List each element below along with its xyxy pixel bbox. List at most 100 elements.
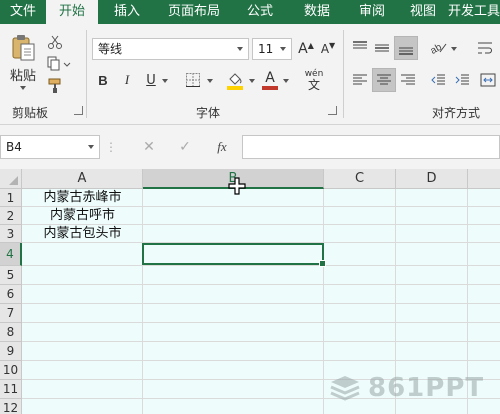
caret-down-icon: ▼ — [329, 40, 336, 50]
format-painter-icon[interactable] — [44, 76, 66, 96]
ribbon: 粘贴 剪贴板 等线 11 A ▲ A ▼ B I U A wén 文 字体 ab… — [0, 24, 500, 125]
ribbon-tab-bar: 文件 开始 插入 页面布局 公式 数据 审阅 视图 开发工具 — [0, 0, 500, 24]
pinyin-label: wén — [304, 68, 324, 79]
shrink-font-button[interactable]: A ▼ — [318, 38, 338, 60]
ribbon-separator — [86, 30, 87, 118]
cell-a3[interactable]: 内蒙古包头市 — [22, 225, 143, 243]
align-left-icon[interactable] — [350, 70, 370, 90]
tab-data[interactable]: 数据 — [288, 0, 346, 24]
row-header-9[interactable]: 9 — [0, 342, 22, 361]
gridline — [22, 360, 500, 361]
fill-color-dropdown-arrow[interactable] — [249, 79, 255, 83]
caret-up-icon: ▲ — [307, 40, 314, 50]
chevron-down-icon — [237, 47, 243, 51]
align-center-icon[interactable] — [372, 68, 396, 92]
font-name-select[interactable]: 等线 — [92, 38, 249, 60]
name-box[interactable]: B4 — [0, 135, 100, 159]
row-header-6[interactable]: 6 — [0, 285, 22, 304]
gridline — [22, 303, 500, 304]
paste-icon[interactable] — [6, 32, 42, 64]
ribbon-separator — [343, 30, 344, 118]
font-color-dropdown-arrow[interactable] — [283, 79, 289, 83]
row-header-5[interactable]: 5 — [0, 266, 22, 285]
row-header-7[interactable]: 7 — [0, 304, 22, 323]
clipboard-group-label: 剪贴板 — [12, 106, 49, 120]
column-header-a[interactable]: A — [22, 169, 143, 189]
underline-dropdown-arrow[interactable] — [162, 79, 168, 83]
active-cell-b4[interactable] — [142, 243, 326, 267]
borders-dropdown-arrow[interactable] — [207, 79, 213, 83]
row-header-3[interactable]: 3 — [0, 225, 22, 243]
shrink-font-glyph: A — [320, 42, 330, 56]
grow-font-button[interactable]: A ▲ — [296, 38, 316, 60]
font-color-glyph: A — [265, 69, 275, 86]
tab-view[interactable]: 视图 — [398, 0, 448, 24]
row-header-8[interactable]: 8 — [0, 323, 22, 342]
font-launcher-icon[interactable] — [328, 106, 337, 115]
tab-review[interactable]: 审阅 — [346, 0, 398, 24]
gridline — [22, 284, 500, 285]
wrap-text-icon[interactable] — [474, 38, 496, 58]
tab-page-layout[interactable]: 页面布局 — [156, 0, 232, 24]
font-color-swatch — [262, 85, 278, 90]
row-header-4[interactable]: 4 — [0, 243, 22, 266]
gridline — [22, 322, 500, 323]
chevron-down-icon — [280, 47, 286, 51]
orientation-dropdown-arrow[interactable] — [451, 47, 457, 51]
tab-insert[interactable]: 插入 — [98, 0, 156, 24]
paste-dropdown-arrow[interactable] — [20, 86, 26, 90]
watermark-logo-icon — [330, 376, 360, 401]
align-middle-icon[interactable] — [372, 38, 392, 58]
gridline — [22, 265, 500, 266]
phonetic-guide-button[interactable]: wén 文 — [300, 68, 328, 92]
decrease-indent-icon[interactable] — [428, 70, 448, 90]
font-color-button[interactable]: A — [260, 68, 280, 92]
cancel-entry-icon[interactable]: ✕ — [138, 137, 160, 157]
column-header-partial[interactable] — [468, 169, 500, 189]
increase-indent-icon[interactable] — [452, 70, 472, 90]
row-header-2[interactable]: 2 — [0, 207, 22, 225]
cut-icon[interactable] — [44, 32, 66, 52]
cell-a2[interactable]: 内蒙古呼市 — [22, 207, 143, 225]
tab-file[interactable]: 文件 — [0, 0, 46, 24]
insert-function-button[interactable]: fx — [210, 137, 234, 157]
paste-button-label[interactable]: 粘贴 — [6, 66, 40, 84]
grow-font-glyph: A — [298, 41, 308, 57]
row-header-10[interactable]: 10 — [0, 361, 22, 380]
font-name-value: 等线 — [98, 42, 123, 56]
name-box-dropdown-arrow[interactable] — [88, 145, 94, 149]
formula-input[interactable] — [242, 135, 500, 159]
font-size-select[interactable]: 11 — [252, 38, 292, 60]
font-size-value: 11 — [258, 42, 274, 56]
align-top-icon[interactable] — [350, 38, 370, 58]
align-right-icon[interactable] — [398, 70, 418, 90]
clipboard-launcher-icon[interactable] — [74, 106, 83, 115]
watermark-text: 861PPT — [368, 373, 485, 403]
select-all-button[interactable] — [0, 169, 22, 189]
row-header-1[interactable]: 1 — [0, 189, 22, 207]
worksheet-grid[interactable]: A B C D 1 2 3 4 5 6 7 8 9 10 11 12 内蒙古赤峰… — [0, 169, 500, 414]
fill-color-icon[interactable] — [224, 68, 246, 92]
tab-home[interactable]: 开始 — [46, 0, 98, 24]
pinyin-char: 文 — [307, 77, 320, 92]
align-bottom-icon[interactable] — [394, 36, 418, 60]
cell-a1[interactable]: 内蒙古赤峰市 — [22, 189, 143, 207]
copy-icon[interactable] — [44, 54, 74, 74]
formula-bar: B4 ⋮ ✕ ✓ fx — [0, 125, 500, 169]
column-header-c[interactable]: C — [324, 169, 396, 189]
italic-button[interactable]: I — [118, 70, 136, 90]
merge-center-icon[interactable] — [478, 70, 498, 90]
tab-formulas[interactable]: 公式 — [232, 0, 288, 24]
borders-icon[interactable] — [182, 70, 204, 90]
row-header-11[interactable]: 11 — [0, 380, 22, 399]
watermark: 861PPT — [328, 371, 496, 405]
underline-button[interactable]: U — [142, 70, 160, 90]
bold-button[interactable]: B — [94, 70, 112, 90]
gridline — [323, 189, 324, 414]
tab-developer[interactable]: 开发工具 — [448, 0, 500, 24]
text-orientation-icon[interactable]: ab — [428, 38, 450, 58]
gridline — [22, 341, 500, 342]
column-header-d[interactable]: D — [396, 169, 468, 189]
confirm-entry-icon[interactable]: ✓ — [174, 137, 196, 157]
row-header-12[interactable]: 12 — [0, 399, 22, 414]
